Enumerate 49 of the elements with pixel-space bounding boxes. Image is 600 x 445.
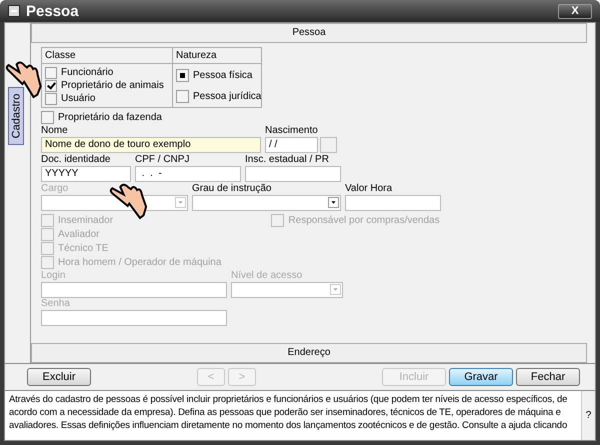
- calendar-button[interactable]: [320, 137, 337, 153]
- field-label: CPF / CNPJ: [135, 154, 190, 166]
- help-button[interactable]: ?: [581, 391, 595, 440]
- field-label: Nível de acesso: [231, 270, 304, 282]
- group-title: Classe: [42, 48, 172, 64]
- checkbox-label: Proprietário da fazenda: [58, 112, 162, 123]
- checkbox-label: Avaliador: [58, 229, 100, 240]
- checkbox-label: Técnico TE: [58, 243, 108, 254]
- checkbox[interactable]: [45, 66, 57, 78]
- group-title: Natureza: [173, 48, 261, 64]
- checkbox-label: Usuário: [61, 93, 96, 104]
- login-field[interactable]: [41, 282, 227, 298]
- window-title: Pessoa: [26, 2, 79, 20]
- password-field[interactable]: [41, 310, 227, 326]
- checkbox-label: Proprietário de animais: [61, 80, 164, 91]
- state-registration-field[interactable]: [245, 166, 341, 182]
- field-label: Login: [41, 270, 66, 282]
- address-section-header[interactable]: Endereço: [31, 343, 587, 363]
- option-label: Pessoa física: [193, 70, 252, 81]
- cpf-field[interactable]: . . -: [135, 166, 241, 182]
- name-field[interactable]: Nome de dono de touro exemplo: [41, 137, 261, 153]
- id-document-field[interactable]: YYYYY: [41, 166, 131, 182]
- checkbox[interactable]: [45, 80, 57, 92]
- field-label: Nome: [41, 125, 69, 137]
- section-header[interactable]: Pessoa: [31, 23, 587, 43]
- checkbox-label: Funcionário: [61, 67, 114, 78]
- date-field[interactable]: / /: [265, 137, 318, 153]
- field-label: Cargo: [41, 183, 70, 195]
- checkbox-label: Inseminador: [58, 215, 114, 226]
- close-button[interactable]: X: [558, 4, 592, 18]
- field-label: Insc. estadual / PR: [245, 154, 330, 166]
- hourly-rate-field[interactable]: [345, 195, 441, 211]
- save-button[interactable]: Gravar: [449, 368, 513, 386]
- checkbox-label: Hora homem / Operador de máquina: [58, 257, 222, 268]
- checkbox-label: Responsável por compras/vendas: [288, 215, 440, 226]
- field-label: Grau de instrução: [192, 183, 272, 195]
- field-label: Senha: [41, 298, 71, 310]
- checkbox[interactable]: [45, 92, 57, 104]
- side-tab[interactable]: Cadastro: [8, 87, 24, 145]
- checkbox[interactable]: [41, 111, 54, 124]
- minimize-icon[interactable]: [8, 5, 20, 17]
- field-label: Doc. identidade: [41, 154, 112, 166]
- close-form-button[interactable]: Fechar: [516, 368, 580, 386]
- delete-button[interactable]: Excluir: [27, 368, 91, 386]
- option-label: Pessoa jurídica: [193, 91, 262, 102]
- field-label: Valor Hora: [345, 183, 394, 195]
- help-text: Através do cadastro de pessoas é possível incluir proprietários e funcionários e usuários (que podem ter níveis de acesso específicos, de acordo com a necessidade da empresa). Defina as pessoas que poderão ser inseminadores, técnicos de TE, operadores de máquina e avaliadores. Essas definições influenciam diretamente no momento dos lançamentos zootécnicos e de gestão. Consulte a ajuda clicando: [8, 393, 568, 433]
- field-label: Nascimento: [265, 125, 319, 137]
- option-box[interactable]: [176, 69, 189, 82]
